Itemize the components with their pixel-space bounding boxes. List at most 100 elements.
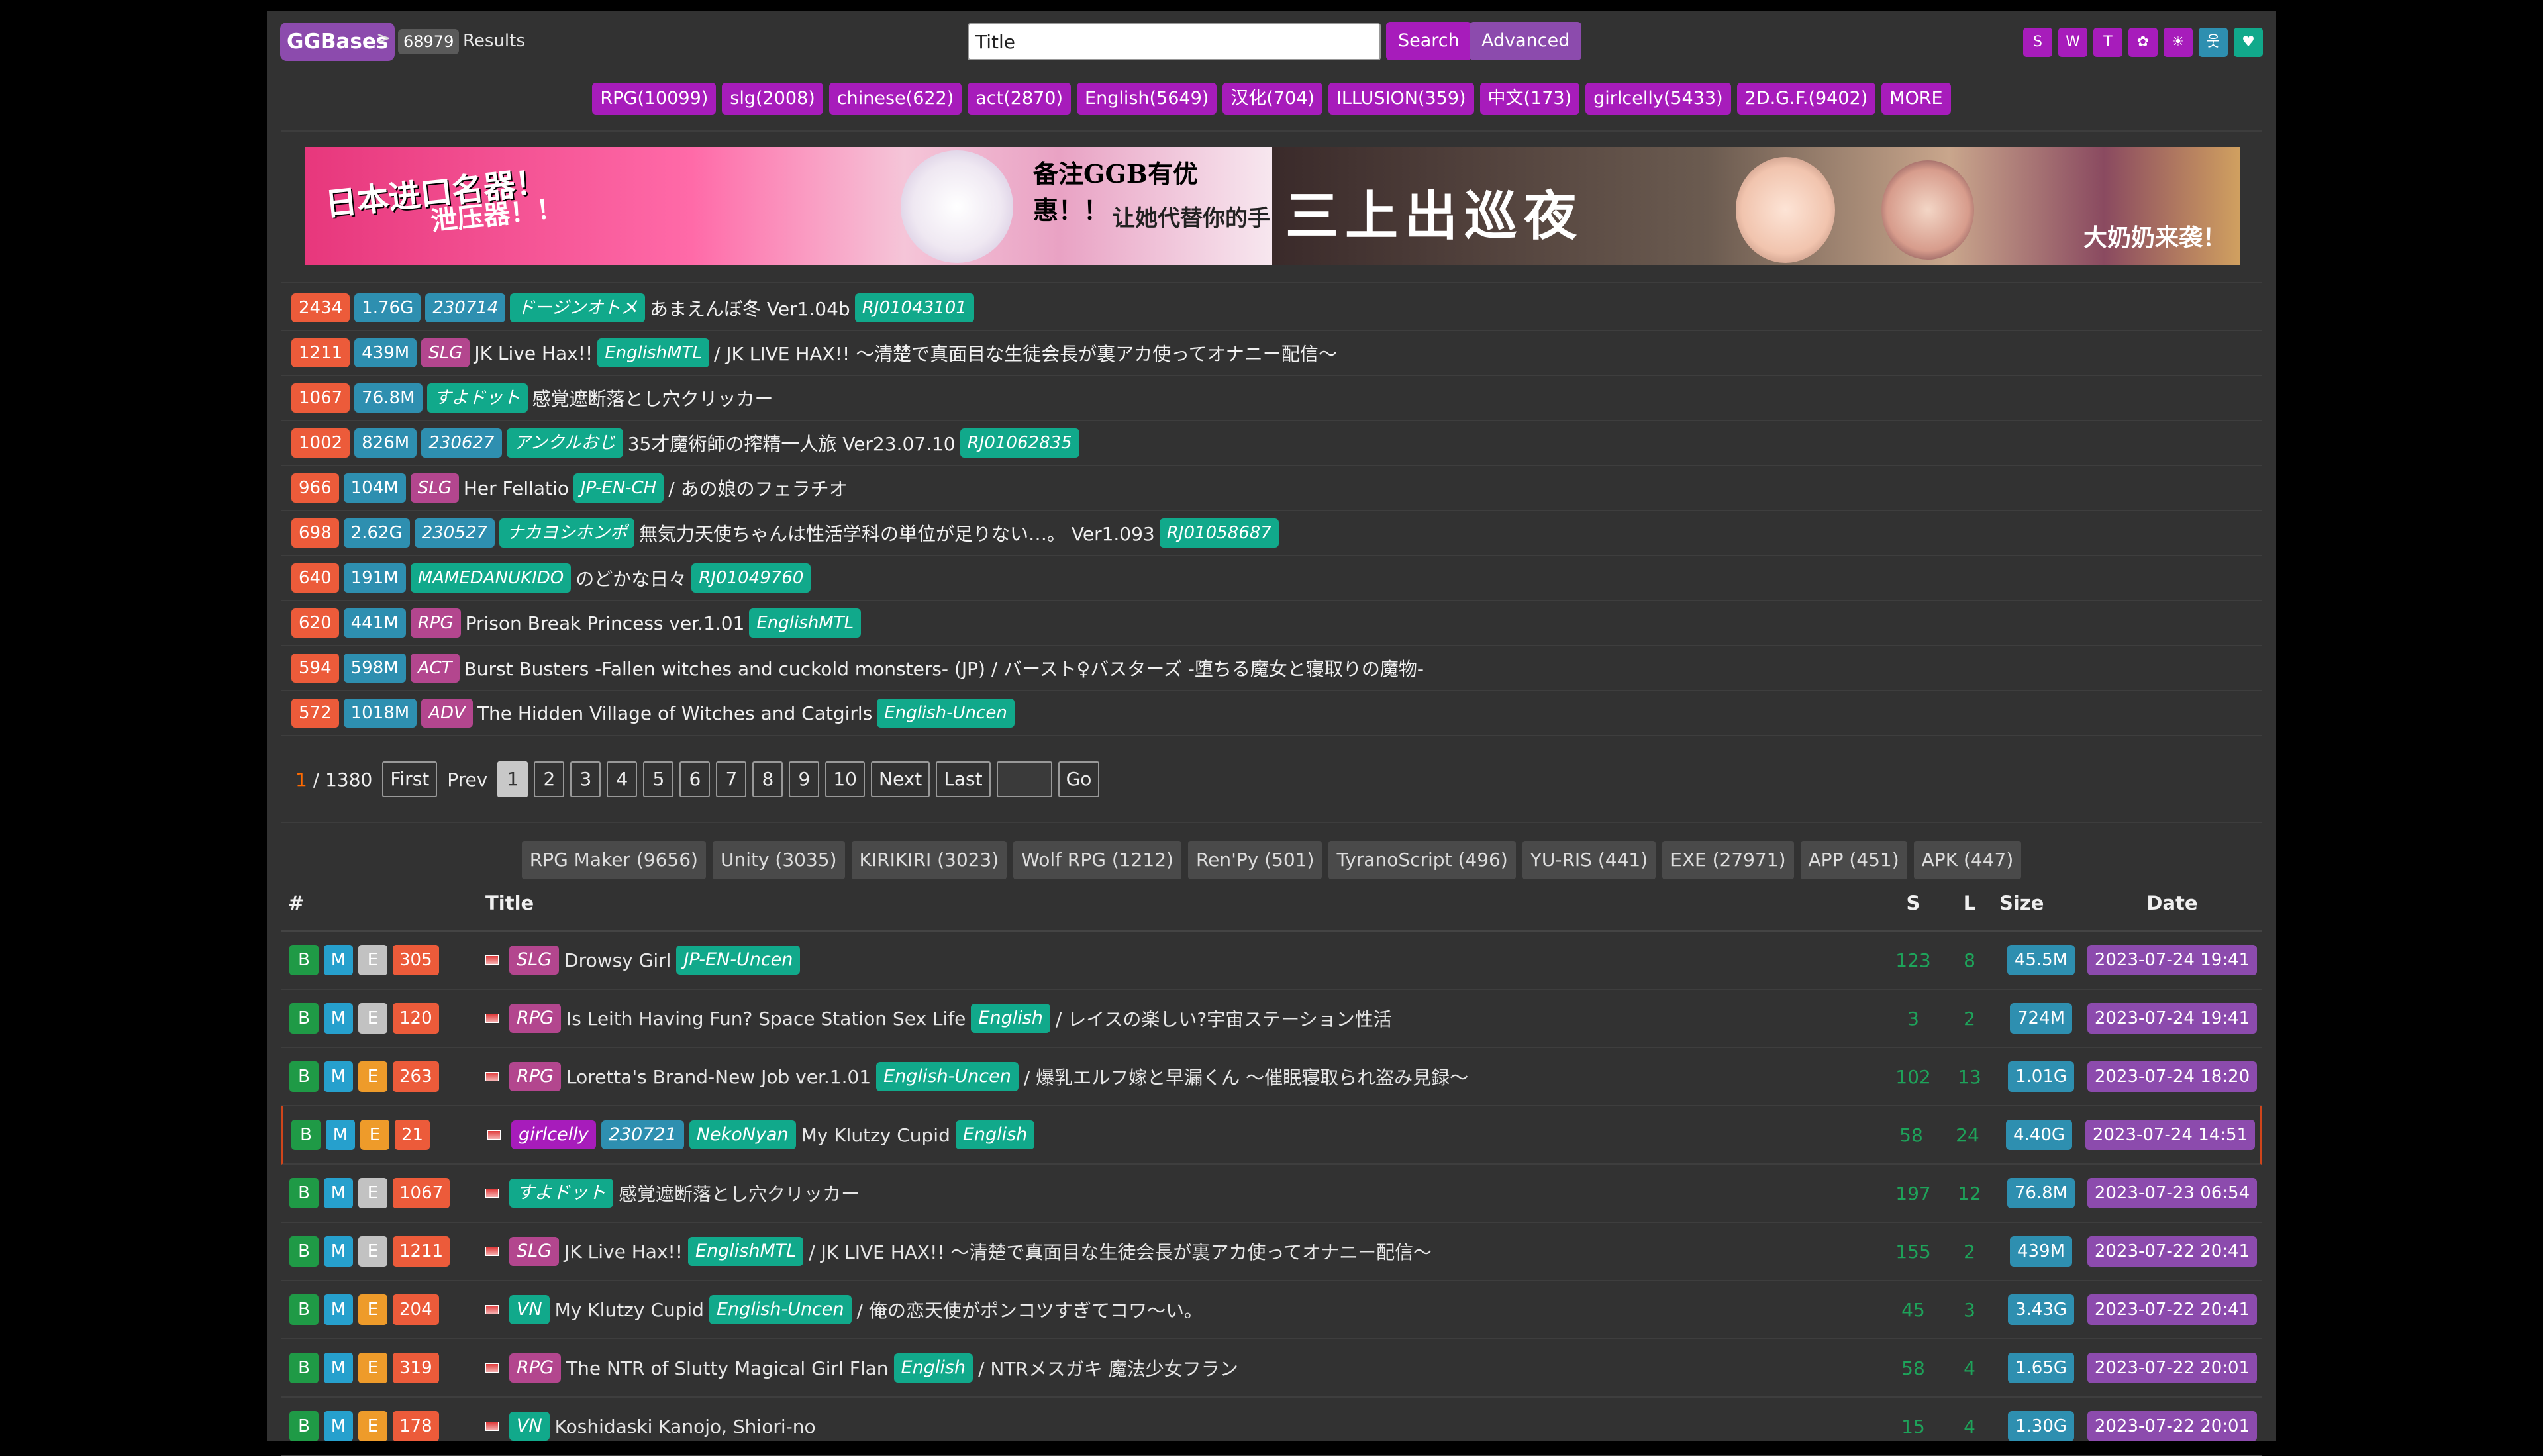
m-button[interactable]: M xyxy=(324,1353,353,1383)
engine-filter[interactable]: Wolf RPG (1212) xyxy=(1013,841,1181,879)
item-title[interactable]: JK Live Hax!! xyxy=(564,1241,683,1263)
language-tag[interactable]: EnglishMTL xyxy=(687,1237,804,1266)
header-seeders[interactable]: S xyxy=(1887,892,1940,914)
m-button[interactable]: M xyxy=(324,1411,353,1441)
engine-filter[interactable]: RPG Maker (9656) xyxy=(521,841,706,879)
page-10-button[interactable]: 10 xyxy=(825,761,865,797)
category-tag[interactable]: act(2870) xyxy=(968,83,1072,115)
item-title[interactable]: 感覚遮断落とし穴クリッカー xyxy=(619,1180,860,1206)
table-row[interactable]: B M E 1211 SLG JK Live Hax!! EnglishMTL / JK LI… xyxy=(281,1223,2262,1281)
page-4-button[interactable]: 4 xyxy=(607,761,638,797)
page-9-button[interactable]: 9 xyxy=(789,761,820,797)
language-tag[interactable]: JP-EN-Uncen xyxy=(676,946,801,975)
w-icon[interactable]: W xyxy=(2058,28,2087,57)
item-tag[interactable]: SLG xyxy=(410,473,459,503)
language-tag[interactable]: English-Uncen xyxy=(876,1062,1019,1091)
item-tag[interactable]: SLG xyxy=(421,338,470,367)
item-alt-title[interactable]: / 俺の恋天使がポンコツすぎてコワ～い。 xyxy=(857,1296,1203,1323)
item-tag[interactable]: girlcelly xyxy=(511,1120,596,1149)
item-tag[interactable]: NekoNyan xyxy=(689,1120,796,1149)
item-code-tag[interactable]: RJ01043101 xyxy=(854,293,974,322)
item-tag[interactable]: アンクルおじ xyxy=(506,428,623,458)
category-tag[interactable]: 2D.G.F.(9402) xyxy=(1736,83,1876,115)
table-row[interactable]: B M E 263 RPG Loretta's Brand-New Job ver.1.0… xyxy=(281,1048,2262,1106)
e-button[interactable]: E xyxy=(358,1294,387,1325)
m-button[interactable]: M xyxy=(324,1178,353,1208)
engine-filter[interactable]: APP (451) xyxy=(1800,841,1907,879)
list-item[interactable]: 2434 1.76G 230714 ドージンオトメ あまえんぼ冬 Ver1.04b RJ0… xyxy=(281,286,2262,331)
item-tag[interactable]: ACT xyxy=(410,654,460,683)
page-6-button[interactable]: 6 xyxy=(679,761,711,797)
banner-left[interactable]: 日本进口名器！ 泄压器！！ 备注GGB有优惠！！ 让她代替你的手 xyxy=(305,147,1272,265)
e-button[interactable]: E xyxy=(358,1236,387,1267)
page-3-button[interactable]: 3 xyxy=(570,761,601,797)
e-button[interactable]: E xyxy=(358,1061,387,1092)
language-tag[interactable]: English xyxy=(893,1353,973,1383)
search-input[interactable] xyxy=(968,23,1381,60)
item-alt-title[interactable]: / NTRメスガキ 魔法少女フラン xyxy=(978,1355,1238,1381)
table-row[interactable]: B M E 305 SLG Drowsy Girl JP-EN-Uncen 123 8 45.5M… xyxy=(281,932,2262,990)
page-2-button[interactable]: 2 xyxy=(534,761,565,797)
item-title[interactable]: The Hidden Village of Witches and Catgir… xyxy=(477,703,872,724)
category-tag[interactable]: ILLUSION(359) xyxy=(1328,83,1474,115)
item-title[interactable]: 無気力天使ちゃんは性活学科の単位が足りない…。 Ver1.093 xyxy=(639,520,1155,546)
language-tag[interactable]: English xyxy=(971,1004,1050,1033)
next-page-button[interactable]: Next xyxy=(871,761,930,797)
first-page-button[interactable]: First xyxy=(382,761,438,797)
item-title[interactable]: Her Fellatio xyxy=(464,477,569,499)
list-item[interactable]: 640 191M MAMEDANUKIDO のどかな日々 RJ01049760 xyxy=(281,556,2262,601)
engine-filter[interactable]: Ren'Py (501) xyxy=(1187,841,1322,879)
list-item[interactable]: 966 104M SLG Her Fellatio JP-EN-CH / あの娘のフェラチ… xyxy=(281,466,2262,511)
item-alt-title[interactable]: / JK LIVE HAX!! ～清楚で真面目な生徒会長が裏アカ使ってオナニー配… xyxy=(714,340,1337,366)
engine-filter[interactable]: Unity (3035) xyxy=(712,841,845,879)
s-icon[interactable]: S xyxy=(2023,28,2052,57)
list-item[interactable]: 1002 826M 230627 アンクルおじ 35才魔術師の搾精一人旅 Ver23.0… xyxy=(281,421,2262,466)
language-tag[interactable]: English xyxy=(955,1120,1035,1149)
list-item[interactable]: 594 598M ACT Burst Busters -Fallen witches … xyxy=(281,646,2262,691)
b-button[interactable]: B xyxy=(289,1061,319,1092)
table-row[interactable]: B M E 1067 すよドット 感覚遮断落とし穴クリッカー 197 12 76.8M 2023-… xyxy=(281,1165,2262,1223)
list-item[interactable]: 1067 76.8M すよドット 感覚遮断落とし穴クリッカー xyxy=(281,376,2262,421)
page-5-button[interactable]: 5 xyxy=(643,761,674,797)
item-alt-title[interactable]: / あの娘のフェラチオ xyxy=(668,475,847,501)
item-title[interactable]: のどかな日々 xyxy=(575,565,687,591)
item-tag[interactable]: RPG xyxy=(410,608,461,638)
item-tag[interactable]: すよドット xyxy=(426,383,528,413)
item-alt-title[interactable]: / 爆乳エルフ嫁と早漏くん ～催眠寝取られ盗み見録～ xyxy=(1024,1063,1468,1090)
banner-right[interactable]: 三上出巡夜 大奶奶来袭！ xyxy=(1272,147,2240,265)
item-tag[interactable]: ドージンオトメ xyxy=(510,293,645,322)
item-title[interactable]: Loretta's Brand-New Job ver.1.01 xyxy=(566,1066,871,1088)
item-title[interactable]: My Klutzy Cupid xyxy=(801,1124,950,1146)
header-size[interactable]: Size xyxy=(1999,892,2083,914)
engine-filter[interactable]: APK (447) xyxy=(1913,841,2022,879)
item-tag[interactable]: ADV xyxy=(421,699,473,728)
prev-page-button[interactable]: Prev xyxy=(443,769,491,791)
category-tag[interactable]: chinese(622) xyxy=(828,83,962,115)
category-tag[interactable]: 汉化(704) xyxy=(1222,83,1322,115)
user-icon[interactable]: 웃 xyxy=(2199,28,2228,57)
item-tag[interactable]: VN xyxy=(509,1295,550,1324)
item-tag[interactable]: 230527 xyxy=(414,518,495,548)
b-button[interactable]: B xyxy=(289,1411,319,1441)
item-tag[interactable]: ナカヨシホンポ xyxy=(499,518,634,548)
item-alt-title[interactable]: / レイスの楽しい?宇宙ステーション性活 xyxy=(1056,1005,1392,1032)
item-tag[interactable]: 230627 xyxy=(421,428,502,458)
list-item[interactable]: 572 1018M ADV The Hidden Village of Witches… xyxy=(281,691,2262,736)
item-tag[interactable]: RPG xyxy=(509,1353,561,1383)
e-button[interactable]: E xyxy=(358,1178,387,1208)
item-tag[interactable]: SLG xyxy=(509,946,560,975)
m-button[interactable]: M xyxy=(326,1120,355,1150)
category-tag[interactable]: 中文(173) xyxy=(1479,83,1580,115)
search-button[interactable]: Search xyxy=(1386,22,1471,60)
table-row[interactable]: B M E 21 girlcelly 230721 NekoNyan My Klutzy Cu… xyxy=(281,1106,2262,1165)
b-button[interactable]: B xyxy=(291,1120,321,1150)
header-title[interactable]: Title xyxy=(474,892,1887,914)
item-code-tag[interactable]: English-Uncen xyxy=(877,699,1015,728)
category-tag[interactable]: MORE xyxy=(1881,83,1951,115)
language-tag[interactable]: JP-EN-CH xyxy=(573,473,664,503)
category-tag[interactable]: girlcelly(5433) xyxy=(1585,83,1731,115)
item-code-tag[interactable]: RJ01049760 xyxy=(691,563,811,593)
list-item[interactable]: 620 441M RPG Prison Break Princess ver.1.01… xyxy=(281,601,2262,646)
e-button[interactable]: E xyxy=(358,1003,387,1034)
language-tag[interactable]: EnglishMTL xyxy=(597,338,709,367)
